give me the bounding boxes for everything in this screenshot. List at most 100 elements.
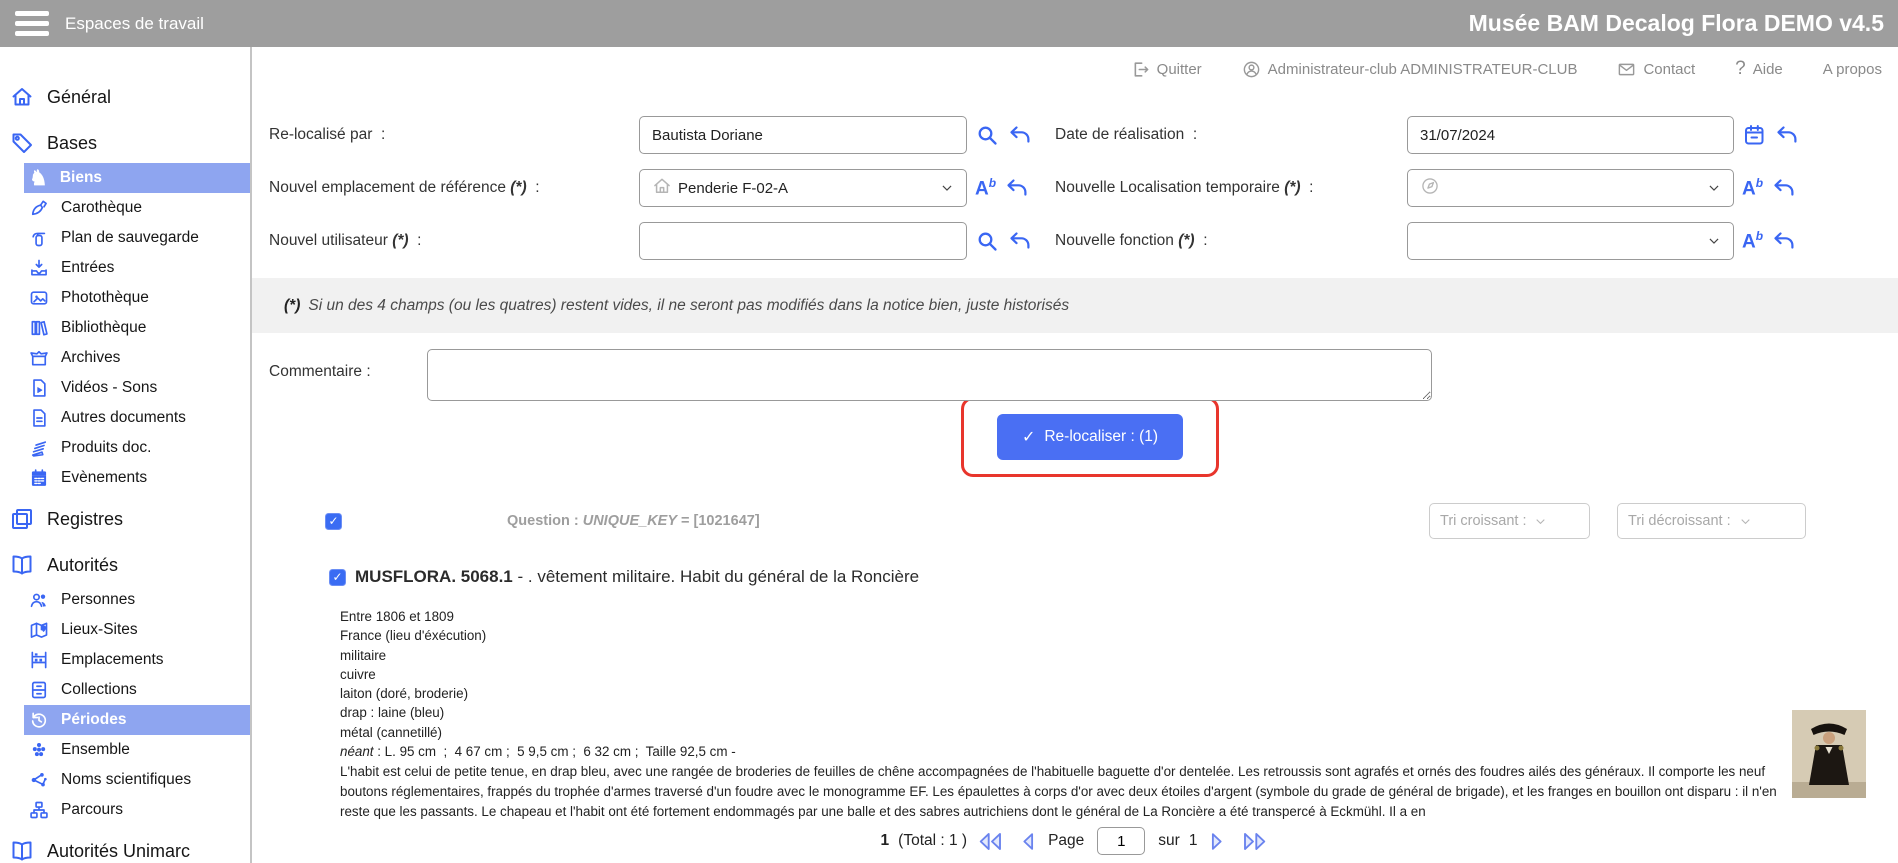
record-title[interactable]: MUSFLORA. 5068.1 - . vêtement militaire.… [355, 567, 919, 587]
nouvel-utilisateur-input[interactable] [639, 222, 967, 260]
search-icon[interactable] [975, 123, 999, 147]
record-title-row: ✓ MUSFLORA. 5068.1 - . vêtement militair… [329, 567, 1898, 587]
calendar-icon[interactable] [1742, 123, 1766, 147]
page-label: Page [1048, 832, 1084, 850]
prev-page-button[interactable] [1017, 830, 1039, 853]
sidebar-item-parcours[interactable]: Parcours [24, 795, 250, 825]
commentaire-textarea[interactable] [427, 349, 1432, 401]
undo-icon[interactable] [1775, 123, 1799, 147]
compass-icon [1420, 176, 1440, 200]
date-realisation-input[interactable] [1407, 116, 1734, 154]
sidebar-item-produits-doc[interactable]: Produits doc. [24, 433, 250, 463]
record-details: Entre 1806 et 1809France (lieu d'éxécuti… [340, 607, 1898, 742]
record-detail-line: drap : laine (bleu) [340, 703, 1898, 722]
exit-icon [1131, 60, 1150, 79]
result-count: 1 [881, 832, 890, 850]
record-checkbox[interactable]: ✓ [329, 569, 346, 586]
alphabetical-icon[interactable]: Ab [1742, 177, 1763, 198]
first-page-button[interactable] [976, 830, 1008, 853]
next-page-button[interactable] [1206, 830, 1228, 853]
nouvel-emplacement-label: Nouvel emplacement de référence (*) : [269, 179, 639, 197]
molecule-icon [29, 770, 49, 790]
sidebar-item-personnes[interactable]: Personnes [24, 585, 250, 615]
user-account[interactable]: Administrateur-club ADMINISTRATEUR-CLUB [1242, 60, 1578, 79]
undo-icon[interactable] [1008, 229, 1032, 253]
workspace-label[interactable]: Espaces de travail [65, 14, 204, 34]
undo-icon[interactable] [1005, 176, 1029, 200]
last-page-button[interactable] [1237, 830, 1269, 853]
nouvelle-localisation-select[interactable] [1407, 169, 1734, 207]
sidebar-item-autres-documents[interactable]: Autres documents [24, 403, 250, 433]
chevron-down-icon [1707, 181, 1721, 195]
undo-icon[interactable] [1772, 229, 1796, 253]
nouvel-emplacement-select[interactable]: Penderie F-02-A [639, 169, 967, 207]
quitter-link[interactable]: Quitter [1131, 60, 1202, 79]
books-icon [29, 318, 49, 338]
home-icon [10, 85, 34, 109]
quill-icon [29, 198, 49, 218]
sidebar-item-autorites-unimarc[interactable]: Autorités Unimarc [0, 831, 250, 863]
apropos-link[interactable]: A propos [1823, 61, 1882, 78]
menu-icon[interactable] [15, 11, 49, 36]
sidebar-item-evenements[interactable]: Evènements [24, 463, 250, 493]
undo-icon[interactable] [1008, 123, 1032, 147]
sidebar-item-entrees[interactable]: Entrées [24, 253, 250, 283]
record-detail-line: cuivre [340, 665, 1898, 684]
sidebar-item-biens[interactable]: ♞ Biens [24, 163, 250, 193]
sidebar-item-bibliotheque[interactable]: Bibliothèque [24, 313, 250, 343]
extinguisher-icon [29, 228, 49, 248]
search-icon[interactable] [975, 229, 999, 253]
alphabetical-icon[interactable]: Ab [975, 177, 996, 198]
select-all-checkbox[interactable]: ✓ [325, 513, 342, 530]
sidebar-item-noms-scientifiques[interactable]: Noms scientifiques [24, 765, 250, 795]
nouvelle-localisation-label: Nouvelle Localisation temporaire (*) : [1055, 179, 1407, 197]
drawers-icon [29, 680, 49, 700]
sidebar-item-plan-de-sauvegarde[interactable]: Plan de sauvegarde [24, 223, 250, 253]
mail-icon [1617, 60, 1636, 79]
sidebar-item-ensemble[interactable]: Ensemble [24, 735, 250, 765]
sidebar-item-bases[interactable]: Bases [0, 123, 250, 163]
sidebar-item-general[interactable]: Général [0, 77, 250, 117]
sidebar-item-emplacements[interactable]: Emplacements [24, 645, 250, 675]
sidebar-item-videos-sons[interactable]: Vidéos - Sons [24, 373, 250, 403]
sidebar-item-lieux-sites[interactable]: Lieux-Sites [24, 615, 250, 645]
app-title: Musée BAM Decalog Flora DEMO v4.5 [1469, 10, 1884, 37]
comment-row: Commentaire : [252, 349, 1898, 401]
box-open-icon [29, 348, 49, 368]
video-file-icon [29, 378, 49, 398]
commentaire-label: Commentaire : [269, 349, 427, 381]
page-number-input[interactable] [1097, 827, 1145, 855]
annotation-highlight: ✓ Re-localiser : (1) [961, 397, 1219, 477]
tri-croissant-select[interactable]: Tri croissant : [1429, 503, 1590, 539]
sidebar-item-phototheque[interactable]: Photothèque [24, 283, 250, 313]
sidebar-item-periodes[interactable]: Périodes [24, 705, 250, 735]
doc-icon [29, 408, 49, 428]
people-icon [29, 590, 49, 610]
date-realisation-label: Date de réalisation : [1055, 126, 1407, 144]
question-row: ✓ Question : UNIQUE_KEY = [1021647] Tri … [252, 503, 1898, 539]
contact-link[interactable]: Contact [1617, 60, 1695, 79]
record-detail-line: Entre 1806 et 1809 [340, 607, 1898, 626]
sidebar-item-autorites[interactable]: Autorités [0, 545, 250, 585]
tri-decroissant-select[interactable]: Tri décroissant : [1617, 503, 1806, 539]
pages-total: 1 [1189, 832, 1198, 850]
nouvelle-fonction-select[interactable] [1407, 222, 1734, 260]
sidebar: Général Bases ♞ Biens Carothèque Plan de… [0, 47, 252, 863]
sidebar-item-collections[interactable]: Collections [24, 675, 250, 705]
sidebar-item-registres[interactable]: Registres [0, 499, 250, 539]
cluster-icon [29, 740, 49, 760]
re-localiser-button[interactable]: ✓ Re-localiser : (1) [997, 414, 1183, 460]
undo-icon[interactable] [1772, 176, 1796, 200]
history-icon [29, 710, 49, 730]
relocalise-par-input[interactable] [639, 116, 967, 154]
aide-link[interactable]: ? Aide [1735, 58, 1783, 80]
record-detail-line: métal (cannetillé) [340, 723, 1898, 742]
record-thumbnail[interactable] [1792, 710, 1866, 798]
sidebar-item-carotheque[interactable]: Carothèque [24, 193, 250, 223]
sur-label: sur [1158, 832, 1180, 850]
sidebar-item-archives[interactable]: Archives [24, 343, 250, 373]
chevron-down-icon [1739, 515, 1752, 528]
alphabetical-icon[interactable]: Ab [1742, 230, 1763, 251]
inbox-down-icon [29, 258, 49, 278]
record-detail-line: laiton (doré, broderie) [340, 684, 1898, 703]
